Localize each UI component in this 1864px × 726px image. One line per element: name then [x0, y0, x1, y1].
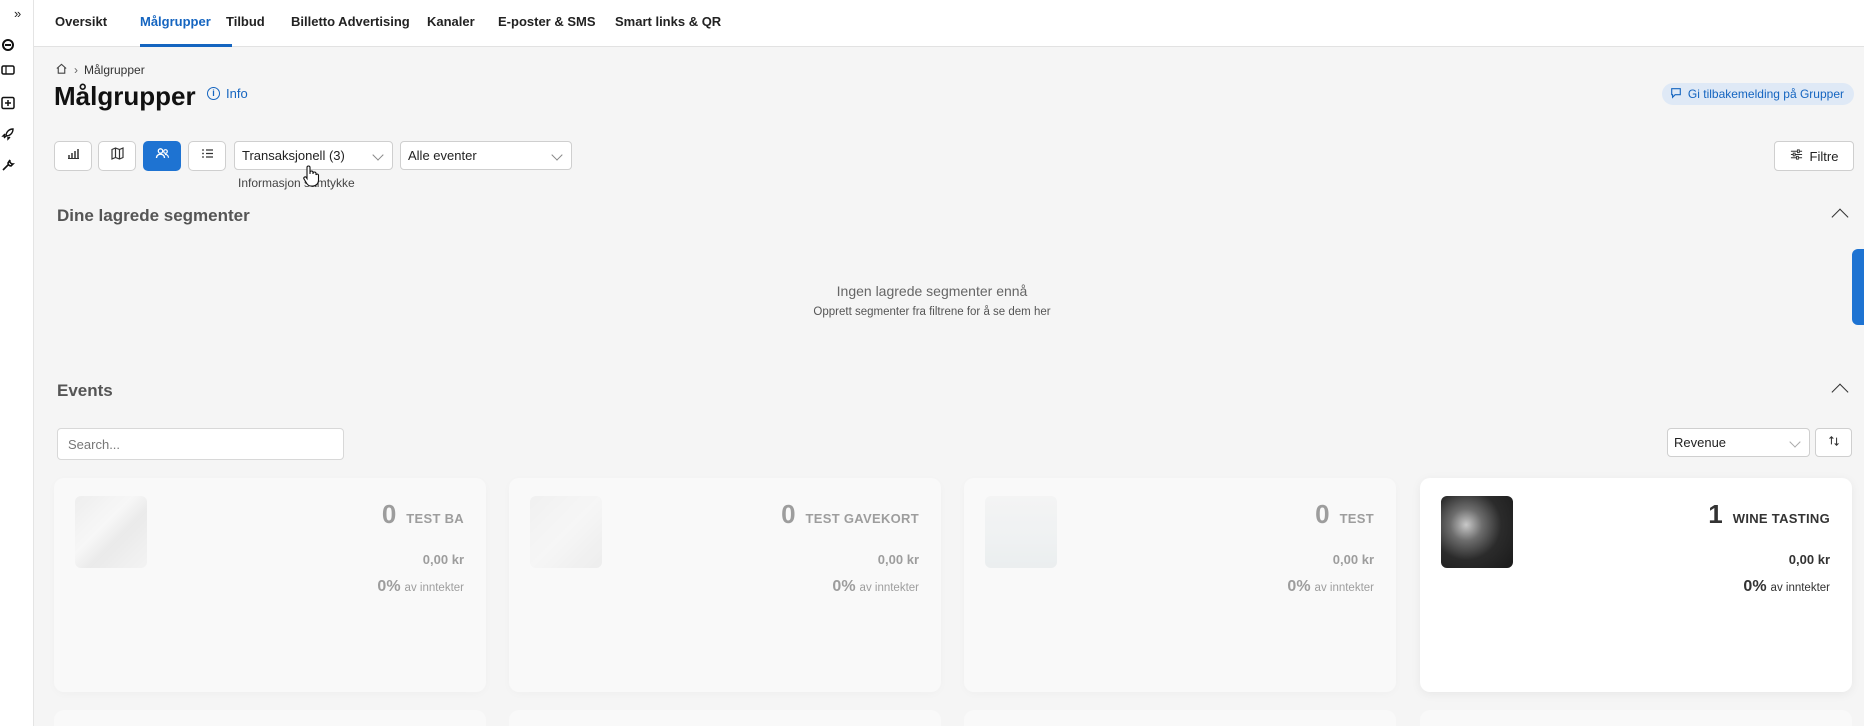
event-revenue-share: 0% — [832, 578, 856, 595]
event-ticket-count: 0 — [381, 499, 397, 529]
event-revenue: 0,00 kr — [877, 552, 919, 567]
event-card[interactable]: 1 WINE TASTING 0,00 kr 0% av inntekter — [1420, 478, 1852, 692]
hand-cursor-icon — [302, 164, 320, 188]
event-card[interactable]: 0 TEST BA 0,00 kr 0% av inntekter — [54, 478, 486, 692]
breadcrumb: › Målgrupper — [55, 62, 145, 78]
list-view-button[interactable] — [188, 141, 226, 171]
tab-tilbud[interactable]: Tilbud — [226, 14, 265, 29]
event-revenue: 0,00 kr — [1332, 552, 1374, 567]
event-revenue-share: 0% — [1743, 578, 1767, 595]
event-revenue-share: 0% — [1287, 578, 1311, 595]
feedback-label: Gi tilbakemelding på Grupper — [1687, 87, 1844, 101]
active-tab-underline — [140, 44, 232, 47]
app-root: » Oversikt Målgrupper Tilbud Billetto Ad… — [0, 0, 1864, 726]
event-thumbnail — [530, 496, 602, 568]
sort-direction-button[interactable] — [1815, 428, 1852, 457]
info-label: Info — [226, 86, 248, 101]
segments-empty-title: Ingen lagrede segmenter ennå — [836, 283, 1028, 299]
info-icon: i — [207, 87, 220, 100]
info-link[interactable]: i Info — [207, 86, 248, 101]
map-view-button[interactable] — [98, 141, 136, 171]
events-search-input[interactable] — [57, 428, 344, 460]
event-select[interactable]: Alle eventer — [400, 141, 572, 170]
tab-kanaler[interactable]: Kanaler — [427, 14, 475, 29]
event-revenue: 0,00 kr — [1788, 552, 1830, 567]
left-rail: » — [0, 0, 34, 726]
event-card[interactable]: 0 TEST GAVEKORT 0,00 kr 0% av inntekter — [509, 478, 941, 692]
sort-arrows-icon — [1828, 434, 1840, 452]
event-name: TEST — [1339, 511, 1374, 526]
expand-sidebar-icon[interactable]: » — [14, 6, 21, 21]
tab-oversikt[interactable]: Oversikt — [55, 14, 107, 29]
event-ticket-count: 0 — [1315, 499, 1330, 529]
event-revenue-share-label: av inntekter — [1770, 582, 1830, 594]
event-thumbnail — [985, 496, 1057, 568]
tab-eposter-sms[interactable]: E-poster & SMS — [498, 14, 596, 29]
consent-select-value: Transaksjonell (3) — [242, 148, 345, 163]
event-thumbnail — [75, 496, 147, 568]
event-revenue-share-label: av inntekter — [859, 582, 919, 594]
chevron-down-icon — [1789, 436, 1801, 448]
chevron-down-icon — [551, 149, 563, 161]
event-revenue-share-label: av inntekter — [1314, 582, 1374, 594]
chevron-right-icon: › — [74, 63, 78, 77]
filter-button[interactable]: Filtre — [1774, 141, 1854, 171]
home-icon[interactable] — [55, 62, 68, 78]
rocket-icon[interactable] — [1, 127, 15, 141]
event-ticket-count: 0 — [781, 499, 796, 529]
event-card-partial[interactable] — [1420, 710, 1852, 726]
event-select-value: Alle eventer — [408, 148, 477, 163]
tab-smart-links-qr[interactable]: Smart links & QR — [615, 14, 721, 29]
top-tab-bar: Oversikt Målgrupper Tilbud Billetto Adve… — [34, 0, 1864, 47]
chart-view-button[interactable] — [54, 141, 92, 171]
tab-billetto-advertising[interactable]: Billetto Advertising — [291, 14, 410, 29]
logo-icon[interactable] — [1, 38, 15, 52]
event-revenue-share-label: av inntekter — [404, 582, 464, 594]
users-icon — [155, 146, 170, 166]
filter-label: Filtre — [1809, 148, 1839, 164]
list-icon — [200, 146, 215, 166]
consent-hover-hint: Informasjon samtykke — [238, 176, 355, 190]
sort-select-value: Revenue — [1674, 435, 1727, 450]
event-card[interactable]: 0 TEST 0,00 kr 0% av inntekter — [964, 478, 1396, 692]
ticket-icon[interactable] — [1, 63, 15, 77]
event-revenue: 0,00 kr — [422, 552, 464, 567]
events-title: Events — [57, 381, 113, 400]
bar-chart-icon — [66, 146, 81, 166]
map-icon — [110, 146, 125, 166]
event-name: TEST BA — [406, 511, 464, 526]
collapse-events-chevron-up-icon[interactable] — [1829, 378, 1851, 400]
chevron-down-icon — [372, 149, 384, 161]
saved-segments-title: Dine lagrede segmenter — [57, 206, 250, 225]
chat-bubble-icon — [1670, 87, 1682, 102]
sliders-icon — [1790, 148, 1803, 164]
collapse-segments-chevron-up-icon[interactable] — [1829, 203, 1851, 225]
wrench-icon[interactable] — [1, 158, 16, 172]
event-name: TEST GAVEKORT — [805, 511, 919, 526]
add-event-icon[interactable] — [1, 96, 15, 110]
side-panel-tab[interactable] — [1852, 249, 1864, 325]
tab-malgrupper[interactable]: Målgrupper — [140, 14, 211, 29]
event-card-partial[interactable] — [964, 710, 1396, 726]
event-ticket-count: 1 — [1708, 499, 1723, 529]
event-card-partial[interactable] — [509, 710, 941, 726]
feedback-button[interactable]: Gi tilbakemelding på Grupper — [1661, 83, 1854, 105]
event-revenue-share: 0% — [377, 578, 401, 595]
sort-select[interactable]: Revenue — [1667, 428, 1810, 457]
event-name: WINE TASTING — [1732, 511, 1830, 526]
event-card-partial[interactable] — [54, 710, 486, 726]
audience-view-button[interactable] — [143, 141, 181, 171]
segments-empty-subtitle: Opprett segmenter fra filtrene for å se … — [813, 306, 1051, 318]
page-title: Målgrupper — [54, 81, 196, 111]
breadcrumb-current: Målgrupper — [84, 63, 145, 77]
event-thumbnail — [1441, 496, 1513, 568]
